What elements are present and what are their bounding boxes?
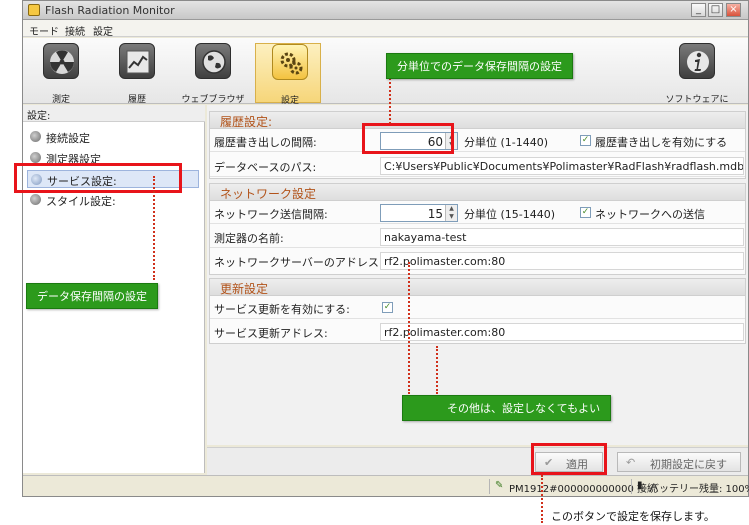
history-interval-unit: 分単位 (1-1440)	[464, 136, 549, 149]
interval-highlight-box	[362, 123, 454, 154]
sidebar-item-connection[interactable]: 接続設定	[27, 128, 199, 146]
network-server-label: ネットワークサーバーのアドレス:	[214, 256, 383, 269]
sidebar-header: 設定:	[23, 105, 205, 122]
battery-status: バッテリー残量: 100%	[649, 484, 749, 495]
history-interval-row: 履歴書き出しの間隔: 60 ▲ ▼ 分単位 (1-1440) ✓ 履歴書き出しを有…	[210, 130, 745, 152]
stepper-arrows-icon[interactable]: ▲ ▼	[445, 205, 457, 221]
update-enable-checkbox[interactable]: ✓	[382, 302, 393, 313]
history-db-path-field[interactable]: C:¥Users¥Public¥Documents¥Polimaster¥Rad…	[380, 157, 744, 175]
update-enable-row: サービス更新を有効にする: ✓	[210, 297, 745, 319]
toolbar-history-button[interactable]: 履歴	[103, 43, 169, 105]
radiation-icon	[43, 43, 79, 79]
globe-icon	[195, 43, 231, 79]
history-db-path-row: データベースのパス: C:¥Users¥Public¥Documents¥Pol…	[210, 155, 745, 177]
update-address-field[interactable]: rf2.polimaster.com:80	[380, 323, 744, 341]
app-icon	[28, 4, 40, 16]
history-enable-label: 履歴書き出しを有効にする	[595, 136, 728, 149]
window-title: Flash Radiation Monitor	[45, 4, 175, 17]
sidebar-highlight-box	[14, 163, 182, 193]
save-footnote: このボタンで設定を保存します。	[551, 510, 715, 523]
maximize-button[interactable]: □	[708, 3, 723, 17]
sidebar-item-style[interactable]: スタイル設定:	[27, 191, 199, 209]
network-group-title: ネットワーク設定	[210, 184, 745, 201]
network-interval-label: ネットワーク送信間隔:	[214, 208, 328, 221]
history-settings-group: 履歴設定: 履歴書き出しの間隔: 60 ▲ ▼ 分単位 (1-1440) ✓ 履歴…	[209, 111, 746, 179]
others-leader-line-2	[436, 346, 438, 394]
history-db-path-label: データベースのパス:	[214, 161, 317, 174]
network-send-checkbox[interactable]: ✓	[580, 207, 591, 218]
update-address-label: サービス更新アドレス:	[214, 327, 328, 340]
history-chart-icon	[119, 43, 155, 79]
network-interval-row: ネットワーク送信間隔: 15 ▲ ▼ 分単位 (15-1440) ✓ ネットワーク…	[210, 202, 745, 224]
interval-leader-line	[389, 74, 391, 124]
undo-arrow-icon: ↶	[626, 456, 636, 469]
reset-defaults-button[interactable]: ↶ 初期設定に戻す	[617, 452, 741, 472]
apply-highlight-box	[531, 443, 607, 475]
toolbar-settings-button[interactable]: 設定	[255, 43, 321, 106]
network-interval-value: 15	[427, 207, 443, 221]
title-bar: Flash Radiation Monitor _ □ ×	[23, 1, 748, 20]
others-callout: その他は、設定しなくてもよい	[402, 395, 612, 421]
minimize-button[interactable]: _	[691, 3, 706, 17]
gear-icon	[30, 131, 41, 142]
menu-mode[interactable]: モード	[29, 23, 59, 38]
network-settings-group: ネットワーク設定 ネットワーク送信間隔: 15 ▲ ▼ 分単位 (15-1440)…	[209, 183, 746, 275]
sidebar-item-label: スタイル設定:	[46, 195, 116, 208]
toolbar-measure-label: 測定	[51, 95, 70, 105]
update-address-row: サービス更新アドレス: rf2.polimaster.com:80	[210, 321, 745, 343]
toolbar-browser-label: ウェブブラウザ	[181, 95, 245, 105]
sidebar-callout: データ保存間隔の設定	[26, 283, 158, 309]
interval-callout: 分単位でのデータ保存間隔の設定	[386, 53, 573, 79]
status-bar: ✎ PM1912#000000000000 接続 ▮ バッテリー残量: 100%	[23, 475, 749, 496]
network-send-label: ネットワークへの送信	[595, 208, 705, 221]
save-leader-line	[541, 475, 543, 523]
toolbar-history-label: 履歴	[127, 95, 146, 105]
history-group-title: 履歴設定:	[210, 112, 745, 129]
others-leader-line-1	[408, 262, 410, 394]
update-settings-group: 更新設定 サービス更新を有効にする: ✓ サービス更新アドレス: rf2.pol…	[209, 278, 746, 344]
device-link-icon: ✎	[495, 480, 504, 491]
sidebar-item-label: 接続設定	[46, 132, 90, 145]
toolbar-browser-button[interactable]: ウェブブラウザ	[179, 43, 245, 105]
network-interval-stepper[interactable]: 15 ▲ ▼	[380, 204, 458, 222]
network-server-field[interactable]: rf2.polimaster.com:80	[380, 252, 744, 270]
sidebar-leader-line	[153, 176, 155, 280]
palette-icon	[30, 194, 41, 205]
action-button-bar: ✔ 適用 ↶ 初期設定に戻す	[207, 447, 748, 475]
close-button[interactable]: ×	[726, 3, 741, 17]
gear-icon	[30, 152, 41, 163]
sidebar-item-device[interactable]: 測定器設定	[27, 149, 199, 163]
gears-icon	[272, 44, 308, 80]
status-separator	[489, 479, 490, 494]
reset-defaults-label: 初期設定に戻す	[650, 458, 727, 471]
network-device-name-row: 測定器の名前: nakayama-test	[210, 226, 745, 248]
network-device-name-field[interactable]: nakayama-test	[380, 228, 744, 246]
update-enable-label: サービス更新を有効にする:	[214, 303, 350, 316]
network-interval-unit: 分単位 (15-1440)	[464, 208, 556, 221]
settings-content: 履歴設定: 履歴書き出しの間隔: 60 ▲ ▼ 分単位 (1-1440) ✓ 履歴…	[207, 105, 748, 445]
status-separator	[631, 479, 632, 494]
battery-icon: ▮	[637, 480, 643, 491]
info-icon	[679, 43, 715, 79]
toolbar-about-button[interactable]: ソフトウェアについて	[663, 43, 729, 118]
network-server-row: ネットワークサーバーのアドレス: rf2.polimaster.com:80	[210, 250, 745, 272]
update-group-title: 更新設定	[210, 279, 745, 296]
menu-settings[interactable]: 設定	[93, 23, 113, 38]
history-interval-label: 履歴書き出しの間隔:	[214, 136, 317, 149]
menu-bar: モード 接続 設定	[23, 20, 748, 38]
device-status: PM1912#000000000000 接続	[509, 484, 658, 495]
history-enable-checkbox[interactable]: ✓	[580, 135, 591, 146]
toolbar-measure-button[interactable]: 測定	[27, 43, 93, 105]
sidebar-item-label: 測定器設定	[46, 153, 101, 163]
network-device-name-label: 測定器の名前:	[214, 232, 284, 245]
menu-connection[interactable]: 接続	[65, 23, 85, 38]
